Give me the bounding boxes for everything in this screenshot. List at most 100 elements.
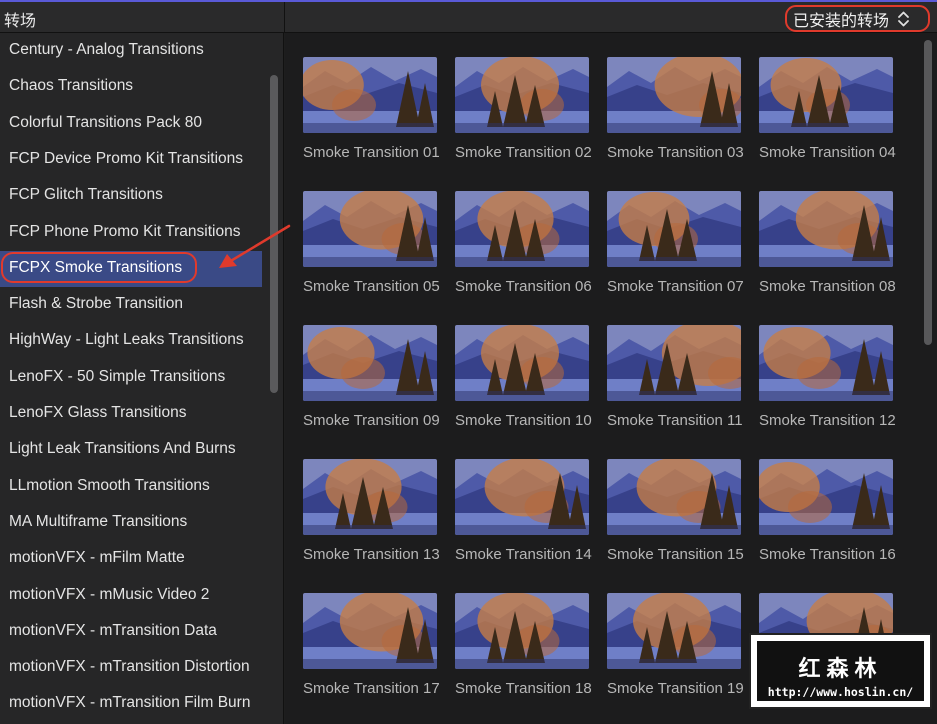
panel-title: 转场 — [4, 13, 37, 30]
transition-thumbnail-cell[interactable]: Smoke Transition 09 — [303, 325, 440, 430]
sidebar-item[interactable]: motionVFX - mTransition Data — [0, 614, 262, 650]
sidebar-item-label: Century - Analog Transitions — [9, 41, 204, 58]
sidebar-item[interactable]: FCP Glitch Transitions — [0, 178, 262, 214]
transition-thumbnail-cell[interactable]: Smoke Transition 07 — [607, 191, 744, 296]
transition-thumbnail-image[interactable] — [455, 325, 589, 401]
transition-thumbnail-image[interactable] — [759, 325, 893, 401]
sidebar-item-label: motionVFX - mTransition Data — [9, 621, 217, 639]
transition-name: Smoke Transition 04 — [759, 144, 896, 161]
watermark-url: http://www.hoslin.cn/ — [767, 685, 914, 699]
red-arrow-annotation-icon — [219, 224, 291, 268]
watermark-logo: 红森林 — [798, 656, 883, 681]
transition-thumbnail-cell[interactable]: Smoke Transition 10 — [455, 325, 592, 430]
transition-thumbnail-image[interactable] — [759, 191, 893, 267]
sidebar-item[interactable]: Chaos Transitions — [0, 69, 262, 105]
sidebar-item-label: LLmotion Smooth Transitions — [9, 476, 210, 494]
transition-thumbnail-cell[interactable]: Smoke Transition 03 — [607, 57, 744, 162]
transition-thumbnail-cell[interactable]: Smoke Transition 06 — [455, 191, 592, 296]
transition-name: Smoke Transition 13 — [303, 546, 440, 563]
transition-thumbnail-image[interactable] — [607, 191, 741, 267]
transition-thumbnail-image[interactable] — [759, 57, 893, 133]
sidebar-item-label: motionVFX - mTransition Film Burn — [9, 694, 251, 712]
up-down-chevron-icon — [896, 9, 911, 29]
transition-thumbnail-cell[interactable]: Smoke Transition 18 — [455, 593, 592, 698]
transition-name: Smoke Transition 08 — [759, 278, 896, 295]
transition-name: Smoke Transition 15 — [607, 546, 744, 563]
sidebar-item-label: FCP Device Promo Kit Transitions — [9, 149, 244, 167]
transition-thumbnail-image[interactable] — [303, 459, 437, 535]
sidebar-item-label: motionVFX - mFilm Matte — [9, 549, 185, 567]
sidebar-item[interactable]: LLmotion Smooth Transitions — [0, 469, 262, 505]
transition-name: Smoke Transition 03 — [607, 144, 744, 161]
sidebar-item[interactable]: Light Leak Transitions And Burns — [0, 432, 262, 468]
transition-thumbnail-image[interactable] — [303, 191, 437, 267]
transition-name: Smoke Transition 17 — [303, 680, 440, 697]
watermark: 红森林 http://www.hoslin.cn/ — [749, 633, 932, 709]
transition-thumbnail-image[interactable] — [607, 57, 741, 133]
sidebar-item-label: Flash & Strobe Transition — [9, 295, 184, 313]
sidebar-item-label: FCP Glitch Transitions — [9, 186, 163, 204]
transition-thumbnail-cell[interactable]: Smoke Transition 04 — [759, 57, 896, 162]
sidebar-item-label: MA Multiframe Transitions — [9, 512, 188, 530]
sidebar-item[interactable]: motionVFX - mFilm Matte — [0, 541, 262, 577]
transition-name: Smoke Transition 16 — [759, 546, 896, 563]
transition-name: Smoke Transition 02 — [455, 144, 592, 161]
sidebar-item[interactable]: motionVFX - mMusic Video 2 — [0, 578, 262, 614]
grid-scroll-thumb[interactable] — [924, 40, 932, 345]
transition-name: Smoke Transition 14 — [455, 546, 592, 563]
transition-thumbnail-cell[interactable]: Smoke Transition 02 — [455, 57, 592, 162]
transition-thumbnail-image[interactable] — [455, 57, 589, 133]
transition-thumbnail-cell[interactable]: Smoke Transition 08 — [759, 191, 896, 296]
transition-thumbnail-cell[interactable]: Smoke Transition 16 — [759, 459, 896, 564]
sidebar-item[interactable]: LenoFX Glass Transitions — [0, 396, 262, 432]
sidebar-item[interactable]: LenoFX - 50 Simple Transitions — [0, 360, 262, 396]
transition-thumbnail-image[interactable] — [607, 459, 741, 535]
transition-thumbnail-cell[interactable]: Smoke Transition 01 — [303, 57, 440, 162]
header-divider — [284, 2, 285, 32]
transition-thumbnail-cell[interactable]: Smoke Transition 12 — [759, 325, 896, 430]
transition-name: Smoke Transition 19 — [607, 680, 744, 697]
transition-thumbnail-cell[interactable]: Smoke Transition 14 — [455, 459, 592, 564]
transition-thumbnail-image[interactable] — [455, 191, 589, 267]
installed-transitions-popup[interactable]: 已安装的转场 — [785, 5, 930, 32]
transition-thumbnail-image[interactable] — [759, 459, 893, 535]
transition-name: Smoke Transition 10 — [455, 412, 592, 429]
sidebar-item-label: FCP Phone Promo Kit Transitions — [9, 222, 241, 240]
filter-label: 已安装的转场 — [793, 12, 890, 30]
sidebar-item[interactable]: Colorful Transitions Pack 80 — [0, 106, 262, 142]
transition-thumbnail-cell[interactable]: Smoke Transition 13 — [303, 459, 440, 564]
sidebar-item-label: motionVFX - mMusic Video 2 — [9, 585, 210, 603]
sidebar-item[interactable]: FCP Device Promo Kit Transitions — [0, 142, 262, 178]
transition-name: Smoke Transition 05 — [303, 278, 440, 295]
transition-thumbnail-image[interactable] — [455, 459, 589, 535]
transition-name: Smoke Transition 07 — [607, 278, 744, 295]
transition-name: Smoke Transition 01 — [303, 144, 440, 161]
transition-thumbnail-cell[interactable]: Smoke Transition 11 — [607, 325, 743, 430]
transition-name: Smoke Transition 06 — [455, 278, 592, 295]
sidebar-item-label: Light Leak Transitions And Burns — [9, 440, 236, 458]
transition-thumbnail-cell[interactable]: Smoke Transition 17 — [303, 593, 440, 698]
transition-grid: Smoke Transition 01 Smoke Transition 02 Sm… — [285, 33, 937, 724]
transition-thumbnail-cell[interactable]: Smoke Transition 15 — [607, 459, 744, 564]
sidebar-item[interactable]: Century - Analog Transitions — [0, 33, 262, 69]
sidebar-item-label: FCPX Smoke Transitions — [9, 258, 183, 276]
transition-thumbnail-image[interactable] — [607, 593, 741, 669]
transition-thumbnail-image[interactable] — [303, 57, 437, 133]
transition-name: Smoke Transition 18 — [455, 680, 592, 697]
sidebar-item[interactable]: motionVFX - mTransition Distortion — [0, 650, 262, 686]
transition-name: Smoke Transition 12 — [759, 412, 896, 429]
transition-thumbnail-image[interactable] — [303, 325, 437, 401]
transition-thumbnail-image[interactable] — [607, 325, 741, 401]
transition-thumbnail-image[interactable] — [303, 593, 437, 669]
watermark-inner: 红森林 http://www.hoslin.cn/ — [755, 639, 926, 703]
sidebar-item[interactable]: motionVFX - mTransition Film Burn — [0, 686, 262, 722]
sidebar-item[interactable]: HighWay - Light Leaks Transitions — [0, 323, 262, 359]
sidebar-item[interactable]: MA Multiframe Transitions — [0, 505, 262, 541]
transition-thumbnail-cell[interactable]: Smoke Transition 05 — [303, 191, 440, 296]
transition-name: Smoke Transition 09 — [303, 412, 440, 429]
category-sidebar: Century - Analog Transitions Chaos Transi… — [0, 33, 284, 724]
sidebar-item[interactable]: Flash & Strobe Transition — [0, 287, 262, 323]
transition-thumbnail-image[interactable] — [455, 593, 589, 669]
transition-thumbnail-cell[interactable]: Smoke Transition 19 — [607, 593, 744, 698]
sidebar-item-label: motionVFX - mTransition Distortion — [9, 658, 250, 676]
